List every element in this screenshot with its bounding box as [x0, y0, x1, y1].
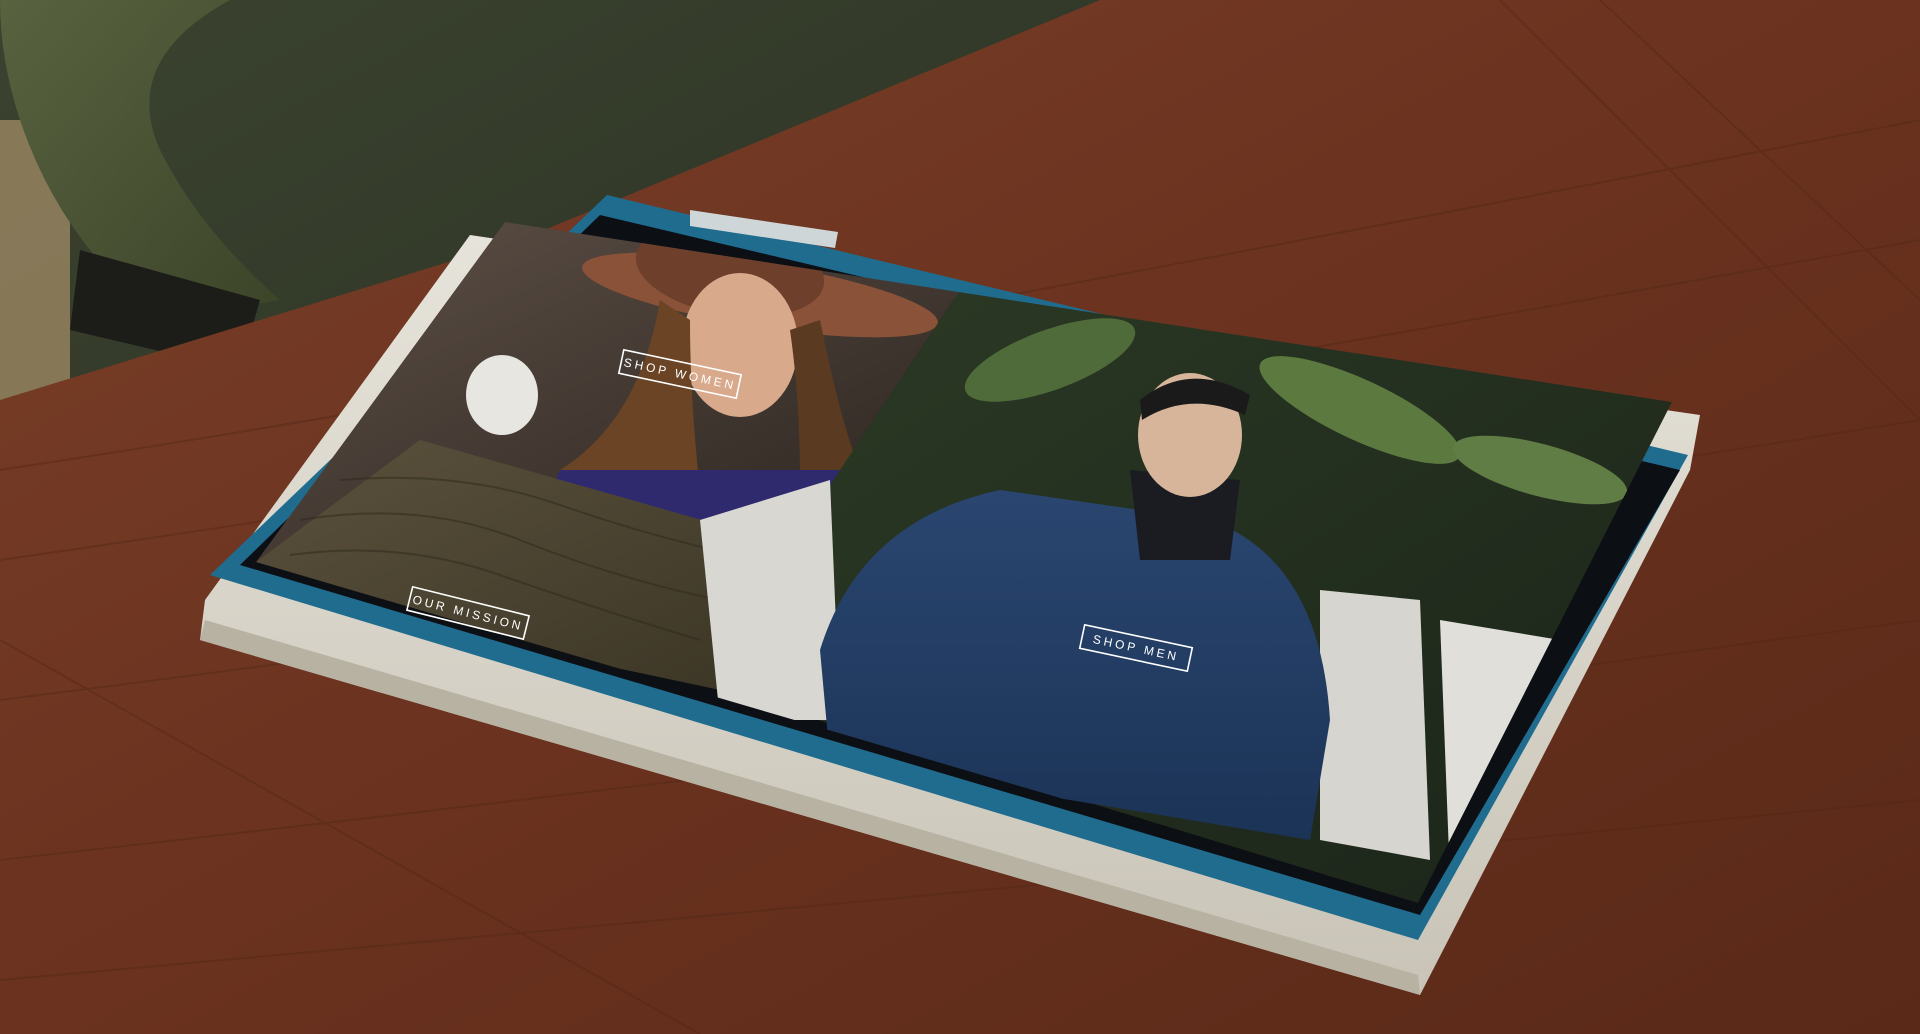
planter [700, 480, 840, 720]
woman-face [682, 273, 798, 417]
scene-svg: SHOP WOMEN OUR MISSION SHOP MEN [0, 0, 1920, 1034]
planter [1320, 590, 1430, 860]
photo-scene: SHOP WOMEN OUR MISSION SHOP MEN [0, 0, 1920, 1034]
coffee-cup [466, 355, 538, 435]
